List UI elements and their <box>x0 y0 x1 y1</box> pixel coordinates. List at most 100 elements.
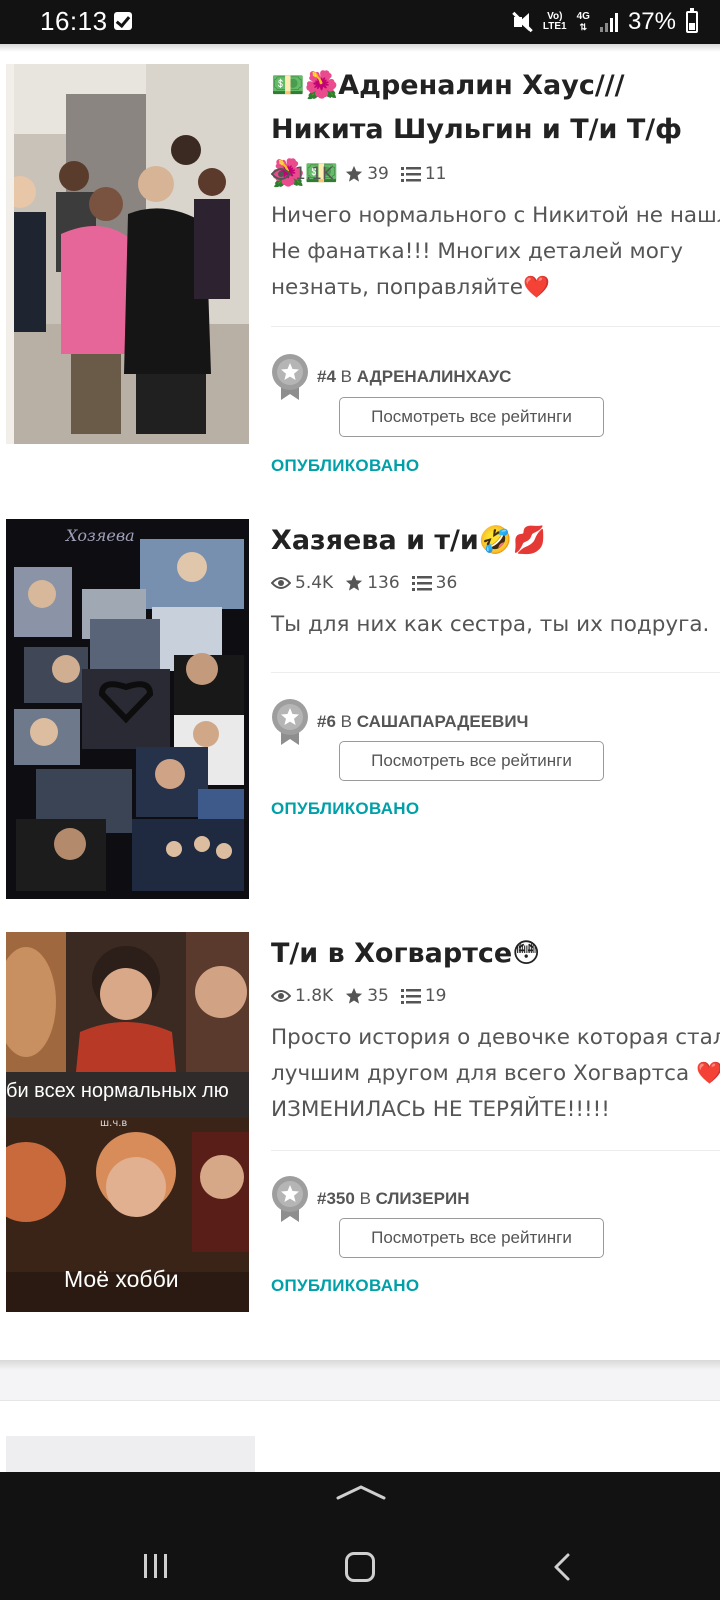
views-stat: 1.1K <box>271 164 333 184</box>
ranking-text: #6 В САШАПАРАДЕЕВИЧ <box>317 712 528 732</box>
ranking-row: #350 В СЛИЗЕРИН <box>271 1176 469 1222</box>
view-all-ratings-button[interactable]: Посмотреть все рейтинги <box>339 397 604 437</box>
status-icons: Vo) LTE1 4G ⇅ 37% <box>511 0 698 44</box>
votes-stat: 136 <box>345 573 400 593</box>
story-stats: 1.8K 35 19 <box>271 986 458 1006</box>
views-count: 1.8K <box>295 986 334 1006</box>
section-shadow <box>0 1360 720 1370</box>
cover-caption-top: би всех нормальных лю <box>6 1080 229 1102</box>
cover-caption-bottom: Моё хобби <box>64 1266 179 1292</box>
star-icon <box>346 987 363 1004</box>
description-line: лучшим другом для всего Хогвартса ❤️🌊 <box>271 1061 720 1086</box>
battery-icon <box>686 8 698 33</box>
rank-tag[interactable]: АДРЕНАЛИНХАУС <box>357 367 512 386</box>
list-icon <box>400 167 421 182</box>
story-stats: 5.4K 136 36 <box>271 573 469 593</box>
divider <box>0 1400 720 1401</box>
network-type-indicator: 4G ⇅ <box>576 11 590 33</box>
story-card[interactable]: би всех нормальных лю ш.ч.в Моё хобби Т/… <box>0 932 720 1322</box>
story-list: 💵🌺Адреналин Хаус///Никита Шульгин и Т/и … <box>0 44 720 1472</box>
rank-in-label: В <box>340 712 352 731</box>
signal-icon <box>599 12 618 32</box>
divider <box>271 672 720 673</box>
votes-stat: 39 <box>345 164 389 184</box>
ranking-badge-icon <box>272 699 308 745</box>
views-stat: 5.4K <box>271 573 333 593</box>
next-story-cover-placeholder[interactable] <box>6 1436 255 1472</box>
published-status: ОПУБЛИКОВАНО <box>271 456 420 475</box>
views-stat: 1.8K <box>271 986 333 1006</box>
parts-count: 11 <box>424 164 447 184</box>
description-line: Не фанатка!!! Многих деталей могу <box>271 239 683 264</box>
published-status: ОПУБЛИКОВАНО <box>271 1276 420 1295</box>
ranking-text: #350 В СЛИЗЕРИН <box>317 1189 469 1209</box>
story-cover-image[interactable] <box>6 64 249 444</box>
eye-icon <box>271 990 291 1002</box>
story-title[interactable]: Хазяева и т/и🤣💋 <box>271 519 720 563</box>
rank-tag[interactable]: СЛИЗЕРИН <box>376 1189 470 1208</box>
ranking-row: #4 В АДРЕНАЛИНХАУС <box>271 354 511 400</box>
svg-text:Хозяева: Хозяева <box>64 526 135 545</box>
back-icon[interactable] <box>548 1552 578 1582</box>
story-cover-image[interactable]: Хозяева <box>6 519 249 899</box>
story-cover-image[interactable]: би всех нормальных лю ш.ч.в Моё хобби <box>6 932 249 1312</box>
ranking-badge-icon <box>272 354 308 400</box>
rank-number: #350 <box>317 1189 355 1208</box>
list-icon <box>411 576 432 591</box>
divider <box>271 1150 720 1151</box>
volte-bottom-label: LTE1 <box>542 21 567 32</box>
status-time: 16:13 <box>40 6 108 36</box>
view-all-ratings-button[interactable]: Посмотреть все рейтинги <box>339 741 604 781</box>
parts-count: 36 <box>435 573 458 593</box>
rank-number: #6 <box>317 712 336 731</box>
view-all-ratings-button[interactable]: Посмотреть все рейтинги <box>339 1218 604 1258</box>
star-icon <box>346 165 363 182</box>
header-shadow <box>0 44 720 52</box>
description-line: незнать, поправляйте❤️ <box>271 275 550 300</box>
ranking-badge-icon <box>272 1176 308 1222</box>
eye-icon <box>271 577 291 589</box>
network-type-label: 4G <box>576 11 590 22</box>
cover-caption-small: ш.ч.в <box>100 1118 128 1129</box>
recent-apps-icon[interactable] <box>144 1554 167 1578</box>
volte-indicator: Vo) LTE1 <box>543 12 567 32</box>
votes-count: 35 <box>367 986 389 1006</box>
story-description: Просто история о девочке которая стала л… <box>271 1020 720 1128</box>
parts-stat: 19 <box>400 986 447 1006</box>
parts-stat: 11 <box>400 164 447 184</box>
story-card[interactable]: 💵🌺Адреналин Хаус///Никита Шульгин и Т/и … <box>0 64 720 475</box>
story-card[interactable]: Хозяева Хазяева и т/и🤣💋 5.4K 136 36 Ты д… <box>0 519 720 909</box>
section-separator <box>0 1370 720 1400</box>
list-icon <box>400 989 421 1004</box>
divider <box>271 326 720 327</box>
ranking-text: #4 В АДРЕНАЛИНХАУС <box>317 367 511 387</box>
votes-stat: 35 <box>345 986 389 1006</box>
rank-in-label: В <box>359 1189 371 1208</box>
mute-icon <box>511 11 533 33</box>
votes-count: 136 <box>367 573 400 593</box>
star-icon <box>346 574 363 591</box>
ranking-row: #6 В САШАПАРАДЕЕВИЧ <box>271 699 528 745</box>
parts-count: 19 <box>424 986 447 1006</box>
description-line: ИЗМЕНИЛАСЬ НЕ ТЕРЯЙТЕ!!!!! <box>271 1097 610 1122</box>
status-bar: 16:13 Vo) LTE1 4G ⇅ 37% <box>0 0 720 44</box>
votes-count: 39 <box>367 164 389 184</box>
published-status: ОПУБЛИКОВАНО <box>271 799 420 818</box>
views-count: 5.4K <box>295 573 334 593</box>
description-line: Ничего нормального с Никитой не нашл <box>271 203 720 228</box>
story-description: Ты для них как сестра, ты их подруга. <box>271 607 720 643</box>
battery-percent: 37% <box>627 8 676 35</box>
rank-in-label: В <box>340 367 352 386</box>
chevron-up-icon[interactable] <box>336 1484 386 1500</box>
views-count: 1.1K <box>295 164 334 184</box>
story-stats: 1.1K 39 11 <box>271 164 458 184</box>
description-line: Ты для них как сестра, ты их подруга. <box>271 612 710 637</box>
parts-stat: 36 <box>411 573 458 593</box>
rank-tag[interactable]: САШАПАРАДЕЕВИЧ <box>357 712 529 731</box>
notification-check-icon <box>114 12 132 30</box>
story-description: Ничего нормального с Никитой не нашл Не … <box>271 198 720 306</box>
story-title[interactable]: Т/и в Хогвартсе😳 <box>271 932 720 976</box>
home-icon[interactable] <box>345 1552 375 1582</box>
eye-icon <box>271 168 291 180</box>
description-line: Просто история о девочке которая стала <box>271 1025 720 1050</box>
